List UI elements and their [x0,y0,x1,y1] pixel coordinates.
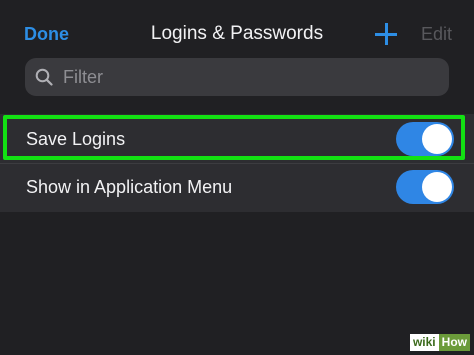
page-title: Logins & Passwords [150,23,324,44]
navigation-bar: Done Logins & Passwords Edit [0,0,474,62]
show-in-application-menu-toggle[interactable] [396,170,454,204]
search-placeholder: Filter [63,67,103,87]
watermark: wiki How [409,334,470,351]
watermark-left: wiki [409,334,439,351]
edit-button[interactable]: Edit [421,22,452,46]
highlight-box [3,115,465,160]
search-icon [35,68,53,86]
row-separator [0,163,474,164]
filter-search-field[interactable]: Filter [25,58,449,96]
show-in-application-menu-label: Show in Application Menu [26,177,233,197]
toggle-knob [422,172,452,202]
plus-icon[interactable] [373,21,399,47]
list-item-show-in-application-menu: Show in Application Menu [0,164,474,212]
watermark-right: How [438,334,470,351]
